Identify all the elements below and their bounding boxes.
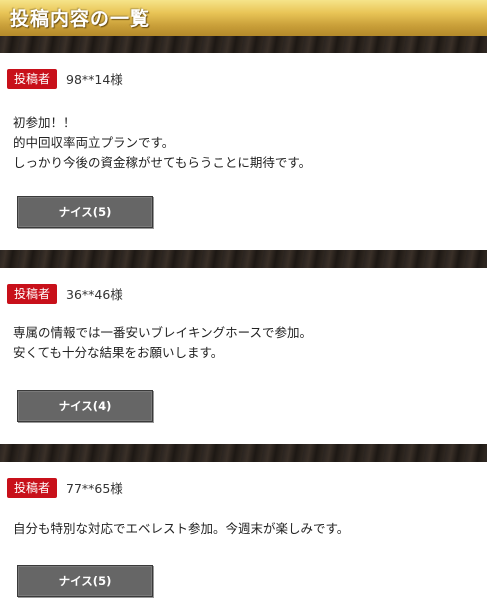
post-message-line: 自分も特別な対応でエベレスト参加。今週末が楽しみです。 [13, 521, 350, 536]
post-card: 投稿者 36**46様 専属の情報では一番安いブレイキングホースで参加。 安くて… [0, 268, 487, 444]
post-message-line: 的中回収率両立プランです。 [13, 135, 175, 150]
poster-badge: 投稿者 [7, 69, 57, 89]
poster-badge: 投稿者 [7, 284, 57, 304]
post-message: 初参加！！ 的中回収率両立プランです。 しっかり今後の資金稼がせてもらうことに期… [13, 113, 311, 173]
poster-badge: 投稿者 [7, 478, 57, 498]
poster-name: 77**65様 [66, 481, 123, 496]
post-message-line: しっかり今後の資金稼がせてもらうことに期待です。 [13, 155, 312, 170]
post-card: 投稿者 77**65様 自分も特別な対応でエベレスト参加。今週末が楽しみです。 … [0, 462, 487, 604]
nice-button[interactable]: ナイス(5) [17, 196, 153, 228]
divider-band [0, 250, 487, 268]
post-message: 専属の情報では一番安いブレイキングホースで参加。 安くても十分な結果をお願いしま… [13, 323, 312, 363]
poster-name: 36**46様 [66, 287, 123, 302]
post-message: 自分も特別な対応でエベレスト参加。今週末が楽しみです。 [13, 519, 349, 539]
divider-band [0, 444, 487, 462]
post-message-line: 初参加！！ [13, 115, 76, 130]
post-card: 投稿者 98**14様 初参加！！ 的中回収率両立プランです。 しっかり今後の資… [0, 53, 487, 250]
nice-button[interactable]: ナイス(5) [17, 565, 153, 597]
page-title: 投稿内容の一覧 [10, 8, 151, 30]
divider-band [0, 36, 487, 53]
page-header: 投稿内容の一覧 [0, 0, 487, 36]
poster-name: 98**14様 [66, 72, 123, 87]
nice-button[interactable]: ナイス(4) [17, 390, 153, 422]
post-message-line: 安くても十分な結果をお願いします。 [13, 345, 224, 360]
post-message-line: 専属の情報では一番安いブレイキングホースで参加。 [13, 325, 313, 340]
